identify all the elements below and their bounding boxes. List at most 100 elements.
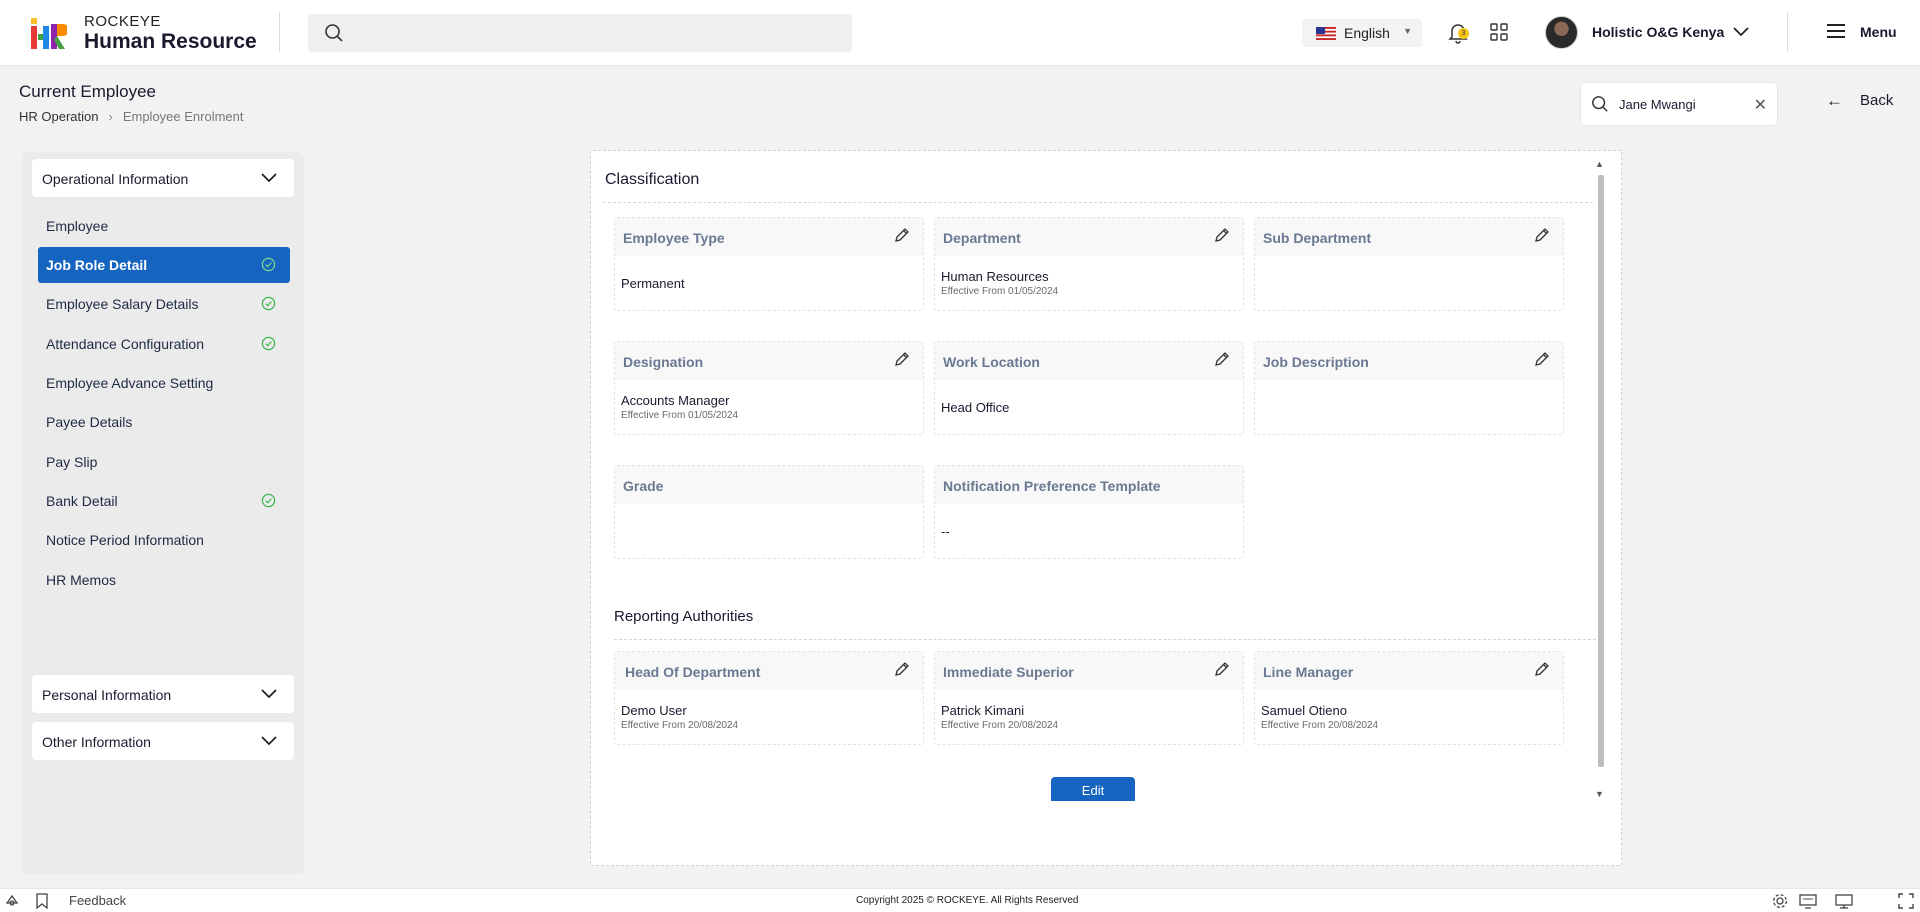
check-circle-icon — [261, 336, 276, 351]
global-search-input[interactable] — [308, 14, 852, 52]
breadcrumb-item: Employee Enrolment — [122, 109, 244, 124]
pencil-icon[interactable] — [1533, 226, 1551, 244]
sidebar-item-label: Job Role Detail — [46, 257, 148, 273]
breadcrumb: HR Operation › Employee Enrolment — [19, 109, 244, 124]
field-label: Designation — [623, 354, 704, 370]
field-sub-department: Sub Department — [1254, 217, 1564, 311]
brand-top: ROCKEYE — [84, 13, 161, 30]
field-label: Head Of Department — [625, 664, 761, 680]
language-select[interactable]: English ▼ — [1302, 19, 1422, 47]
field-header: Job Description — [1255, 342, 1563, 380]
pencil-icon[interactable] — [1533, 660, 1551, 678]
org-name[interactable]: Holistic O&G Kenya — [1592, 24, 1724, 40]
sidebar-item-pay-slip[interactable]: Pay Slip — [38, 444, 290, 480]
sidebar-item-employee-salary-details[interactable]: Employee Salary Details — [38, 286, 290, 322]
sidebar-item-notice-period-information[interactable]: Notice Period Information — [38, 522, 290, 558]
sidebar-item-label: Pay Slip — [46, 454, 98, 470]
field-job-description: Job Description — [1254, 341, 1564, 435]
search-icon — [1592, 96, 1608, 112]
check-circle-icon — [261, 493, 276, 508]
sidebar-item-job-role-detail[interactable]: Job Role Detail — [38, 247, 290, 283]
pencil-icon[interactable] — [893, 226, 911, 244]
brand[interactable]: ROCKEYE Human Resource — [84, 14, 257, 54]
sidebar-item-hr-memos[interactable]: HR Memos — [38, 562, 290, 598]
field-value: Human Resources — [941, 269, 1049, 284]
scroll-up-arrow[interactable]: ▲ — [1595, 159, 1604, 169]
divider — [614, 639, 1596, 640]
field-header: Head Of Department — [615, 652, 923, 690]
edit-button[interactable]: Edit — [1051, 777, 1135, 801]
scrollbar-thumb[interactable] — [1598, 175, 1604, 767]
pencil-icon[interactable] — [1213, 350, 1231, 368]
field-effective-date: Effective From 20/08/2024 — [621, 720, 739, 731]
page-title: Current Employee — [19, 82, 157, 101]
field-department: Department Human Resources Effective Fro… — [934, 217, 1244, 311]
settings-icon[interactable] — [1772, 893, 1788, 909]
recycle-icon[interactable] — [4, 893, 20, 909]
field-label: Notification Preference Template — [943, 478, 1161, 494]
desktop-icon[interactable] — [1835, 893, 1853, 909]
sidebar-item-label: Bank Detail — [46, 493, 118, 509]
pencil-icon[interactable] — [1213, 660, 1231, 678]
field-grade: Grade — [614, 465, 924, 559]
sidebar-item-bank-detail[interactable]: Bank Detail — [38, 483, 290, 519]
scroll-down-arrow[interactable]: ▼ — [1595, 789, 1604, 799]
top-bar: ROCKEYE Human Resource English ▼ 3 Holis… — [0, 0, 1920, 66]
pencil-icon[interactable] — [1533, 350, 1551, 368]
pencil-icon[interactable] — [1213, 226, 1231, 244]
field-effective-date: Effective From 01/05/2024 — [941, 286, 1059, 297]
reporting-authorities-title: Reporting Authorities — [614, 608, 754, 625]
field-value: Patrick Kimani — [941, 703, 1025, 718]
group-operational-information[interactable]: Operational Information — [32, 159, 294, 197]
avatar[interactable] — [1545, 16, 1578, 49]
us-flag-icon — [1316, 27, 1336, 40]
chevron-right-icon: › — [108, 109, 113, 124]
sidebar-item-label: Notice Period Information — [46, 532, 204, 548]
sidebar-item-label: Employee Salary Details — [46, 296, 199, 312]
feedback-link[interactable]: Feedback — [69, 893, 126, 908]
group-personal-information[interactable]: Personal Information — [32, 675, 294, 713]
field-label: Work Location — [943, 354, 1040, 370]
fullscreen-icon[interactable] — [1898, 893, 1914, 909]
menu-button[interactable]: Menu — [1860, 24, 1897, 40]
apps-grid-icon[interactable] — [1490, 23, 1508, 41]
employee-search-input[interactable]: Jane Mwangi ✕ — [1580, 82, 1778, 126]
pencil-icon[interactable] — [893, 350, 911, 368]
group-label: Other Information — [42, 734, 151, 750]
divider — [1787, 12, 1788, 52]
sidebar-item-label: Employee — [46, 218, 109, 234]
close-icon[interactable]: ✕ — [1754, 95, 1767, 115]
field-employee-type: Employee Type Permanent — [614, 217, 924, 311]
field-designation: Designation Accounts Manager Effective F… — [614, 341, 924, 435]
bookmark-icon[interactable] — [35, 893, 49, 909]
chevron-down-icon[interactable] — [1732, 24, 1750, 40]
sidebar: Operational Information Employee Job Rol… — [22, 152, 304, 874]
sidebar-item-employee-advance-setting[interactable]: Employee Advance Setting — [38, 365, 290, 401]
notification-badge: 3 — [1458, 28, 1469, 39]
field-effective-date: Effective From 20/08/2024 — [941, 720, 1059, 731]
field-header: Grade — [615, 466, 923, 504]
monitor-icon[interactable] — [1799, 893, 1817, 909]
chevron-down-icon — [261, 689, 277, 699]
hamburger-icon[interactable] — [1826, 22, 1846, 40]
field-label: Grade — [623, 478, 664, 494]
chevron-down-icon — [261, 173, 277, 183]
sidebar-item-attendance-configuration[interactable]: Attendance Configuration — [38, 326, 290, 362]
field-value: Samuel Otieno — [1261, 703, 1347, 718]
field-label: Sub Department — [1263, 230, 1372, 246]
breadcrumb-item[interactable]: HR Operation — [19, 109, 98, 124]
sidebar-item-label: Payee Details — [46, 414, 133, 430]
check-circle-icon — [261, 257, 276, 272]
divider — [279, 12, 280, 52]
field-header: Department — [935, 218, 1243, 256]
pencil-icon[interactable] — [893, 660, 911, 678]
field-line-manager: Line Manager Samuel Otieno Effective Fro… — [1254, 651, 1564, 745]
copyright-text: Copyright 2025 © ROCKEYE. All Rights Res… — [856, 895, 1079, 906]
sidebar-item-payee-details[interactable]: Payee Details — [38, 404, 290, 440]
search-icon — [325, 24, 343, 42]
group-other-information[interactable]: Other Information — [32, 722, 294, 760]
check-circle-icon — [261, 296, 276, 311]
sidebar-item-employee[interactable]: Employee — [38, 208, 290, 244]
field-label: Employee Type — [623, 230, 725, 246]
brand-main: Human Resource — [84, 30, 257, 53]
